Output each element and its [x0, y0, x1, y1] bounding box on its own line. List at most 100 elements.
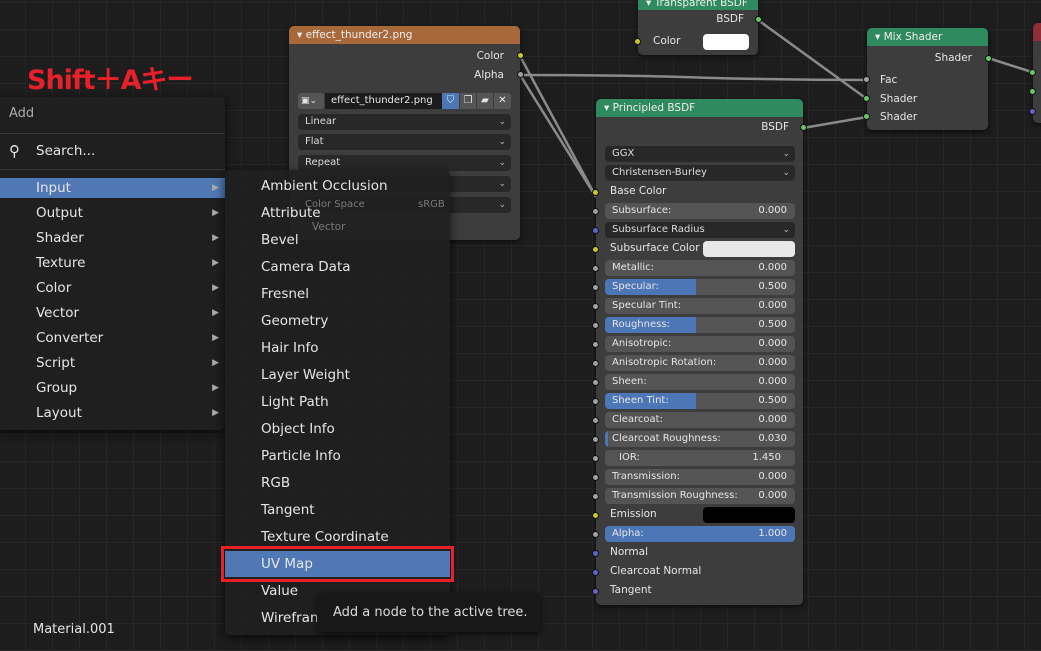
search-item[interactable]: ⚲ Search...	[0, 141, 225, 161]
roughness-slider[interactable]: Roughness: 0.500	[605, 317, 795, 333]
socket-subsurface-color[interactable]	[592, 246, 599, 253]
socket-clearcoat-roughness[interactable]	[592, 436, 599, 443]
socket-roughness[interactable]	[592, 322, 599, 329]
submenu-item-tangent[interactable]: Tangent	[225, 500, 450, 520]
menu-item-color[interactable]: Color ▶	[0, 278, 225, 298]
socket-fac-in[interactable]	[863, 76, 870, 83]
submenu-item-fresnel[interactable]: Fresnel	[225, 284, 450, 304]
open-folder-icon[interactable]: ▰	[477, 93, 493, 109]
transmission-slider[interactable]: Transmission: 0.000	[605, 469, 795, 485]
sheen-slider[interactable]: Sheen: 0.000	[605, 374, 795, 390]
node-header[interactable]: ▾ Mix Shader	[867, 28, 988, 46]
socket-specular[interactable]	[592, 284, 599, 291]
node-header[interactable]: ▾ effect_thunder2.png	[289, 26, 520, 44]
socket-surface-in[interactable]	[1029, 69, 1036, 76]
menu-item-input[interactable]: Input ▶	[0, 178, 225, 198]
socket-anisotropic-rotation[interactable]	[592, 360, 599, 367]
menu-item-shader[interactable]: Shader ▶	[0, 228, 225, 248]
socket-clearcoat[interactable]	[592, 417, 599, 424]
color-space-value[interactable]: sRGB	[418, 197, 445, 213]
socket-tangent[interactable]	[592, 588, 599, 595]
socket-bsdf-out[interactable]	[800, 124, 807, 131]
image-name-field[interactable]: effect_thunder2.png	[325, 93, 442, 109]
menu-item-texture[interactable]: Texture ▶	[0, 253, 225, 273]
subsurface-radius-dropdown[interactable]: Subsurface Radius ⌄	[605, 222, 795, 238]
socket-subsurface-radius[interactable]	[592, 227, 599, 234]
duplicate-icon[interactable]: ❐	[460, 93, 476, 109]
ior-slider[interactable]: IOR: 1.450	[605, 450, 795, 466]
principled-bsdf-node[interactable]: ▾ Principled BSDF BSDF GGX ⌄ Christensen-B…	[592, 99, 807, 605]
socket-volume-in[interactable]	[1029, 88, 1036, 95]
submenu-item-object-info[interactable]: Object Info	[225, 419, 450, 439]
extension-dropdown[interactable]: Repeat ⌄	[298, 155, 511, 171]
node-header[interactable]: ▾ Principled BSDF	[596, 99, 803, 117]
alpha-slider[interactable]: Alpha: 1.000	[605, 526, 795, 542]
socket-emission[interactable]	[592, 512, 599, 519]
socket-normal[interactable]	[592, 550, 599, 557]
socket-subsurface[interactable]	[592, 208, 599, 215]
emission-swatch[interactable]	[703, 507, 795, 523]
socket-anisotropic[interactable]	[592, 341, 599, 348]
specular-tint-slider[interactable]: Specular Tint: 0.000	[605, 298, 795, 314]
socket-base-color[interactable]	[592, 189, 599, 196]
fake-user-shield-icon[interactable]: ⛉	[442, 93, 459, 109]
close-icon[interactable]: ✕	[494, 93, 511, 109]
mix-shader-node[interactable]: ▾ Mix Shader Shader Fac Shader Shader	[863, 28, 992, 130]
anisotropic-slider[interactable]: Anisotropic: 0.000	[605, 336, 795, 352]
socket-displacement-in[interactable]	[1029, 108, 1036, 115]
menu-item-group[interactable]: Group ▶	[0, 378, 225, 398]
projection-dropdown[interactable]: Flat ⌄	[298, 134, 511, 150]
submenu-item-light-path[interactable]: Light Path	[225, 392, 450, 412]
christensen-burley-dropdown[interactable]: Christensen-Burley ⌄	[605, 165, 795, 181]
socket-transmission-roughness[interactable]	[592, 493, 599, 500]
metallic-slider[interactable]: Metallic: 0.000	[605, 260, 795, 276]
anisotropic-rotation-slider[interactable]: Anisotropic Rotation: 0.000	[605, 355, 795, 371]
clearcoat-slider[interactable]: Clearcoat: 0.000	[605, 412, 795, 428]
input-color-label: Color	[653, 35, 681, 47]
subsurface-color-swatch[interactable]	[703, 241, 795, 257]
sheen-tint-slider[interactable]: Sheen Tint: 0.500	[605, 393, 795, 409]
socket-shader2-in[interactable]	[863, 113, 870, 120]
menu-item-output[interactable]: Output ▶	[0, 203, 225, 223]
menu-item-vector[interactable]: Vector ▶	[0, 303, 225, 323]
chevron-down-icon: ⌄	[498, 158, 506, 168]
socket-clearcoat-normal[interactable]	[592, 569, 599, 576]
clearcoat-roughness-slider[interactable]: Clearcoat Roughness: 0.030	[605, 431, 795, 447]
submenu-item-geometry[interactable]: Geometry	[225, 311, 450, 331]
socket-transmission[interactable]	[592, 474, 599, 481]
color-swatch[interactable]	[703, 34, 749, 50]
submenu-item-hair-info[interactable]: Hair Info	[225, 338, 450, 358]
socket-bsdf-out[interactable]	[755, 16, 762, 23]
node-header[interactable]: ▾ Transparent BSDF	[638, 0, 758, 10]
subsurface-slider[interactable]: Subsurface: 0.000	[605, 203, 795, 219]
submenu-item-camera-data[interactable]: Camera Data	[225, 257, 450, 277]
socket-color-out[interactable]	[517, 52, 524, 59]
submenu-item-texture-coordinate[interactable]: Texture Coordinate	[225, 527, 450, 547]
node-header[interactable]	[1033, 23, 1041, 41]
submenu-item-particle-info[interactable]: Particle Info	[225, 446, 450, 466]
socket-shader1-in[interactable]	[863, 95, 870, 102]
socket-ior[interactable]	[592, 455, 599, 462]
socket-sheen[interactable]	[592, 379, 599, 386]
menu-item-layout[interactable]: Layout ▶	[0, 403, 225, 423]
ggx-dropdown[interactable]: GGX ⌄	[605, 146, 795, 162]
menu-item-converter[interactable]: Converter ▶	[0, 328, 225, 348]
shortcut-annotation: Shift＋Aキー	[27, 65, 193, 96]
socket-color-in[interactable]	[634, 38, 641, 45]
socket-metallic[interactable]	[592, 265, 599, 272]
image-browse-icon[interactable]: ▣⌄	[298, 93, 324, 109]
socket-alpha[interactable]	[592, 531, 599, 538]
submenu-item-rgb[interactable]: RGB	[225, 473, 450, 493]
socket-sheen-tint[interactable]	[592, 398, 599, 405]
submenu-item-ambient-occlusion[interactable]: Ambient Occlusion	[225, 176, 450, 196]
socket-alpha-out[interactable]	[517, 71, 524, 78]
material-output-node[interactable]	[1029, 23, 1041, 123]
menu-item-script[interactable]: Script ▶	[0, 353, 225, 373]
socket-shader-out[interactable]	[985, 55, 992, 62]
transparent-bsdf-node[interactable]: ▾ Transparent BSDF BSDF Color	[634, 0, 762, 55]
submenu-item-layer-weight[interactable]: Layer Weight	[225, 365, 450, 385]
socket-specular-tint[interactable]	[592, 303, 599, 310]
specular-slider[interactable]: Specular: 0.500	[605, 279, 795, 295]
interpolation-dropdown[interactable]: Linear ⌄	[298, 114, 511, 130]
transmission-roughness-slider[interactable]: Transmission Roughness: 0.000	[605, 488, 795, 504]
